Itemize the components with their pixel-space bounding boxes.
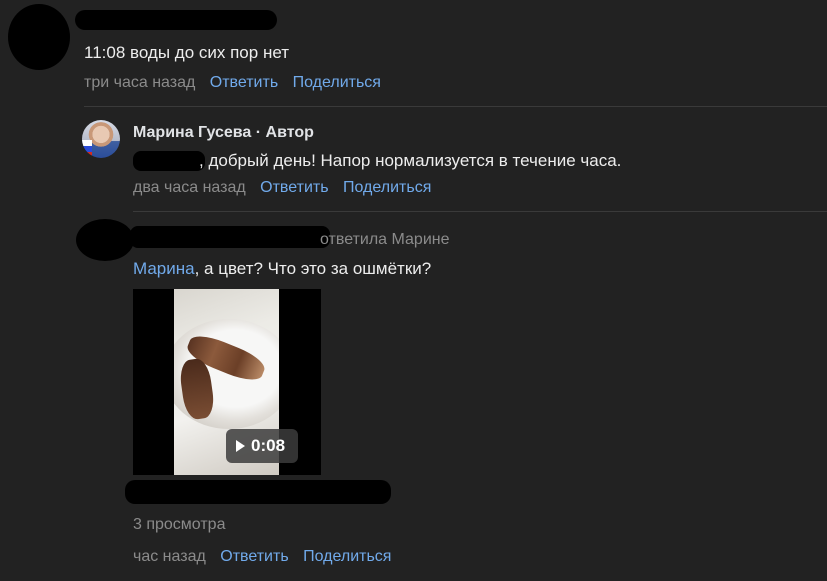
author-avatar[interactable] [82, 120, 120, 158]
reply-meta: два часа назад Ответить Поделиться [133, 179, 431, 197]
author-name-redacted [75, 10, 277, 30]
video-duration: 0:08 [251, 436, 286, 455]
reply-button[interactable]: Ответить [210, 74, 278, 91]
avatar-redacted [8, 4, 70, 70]
reply-text-body: , а цвет? Что это за ошмётки? [194, 259, 432, 278]
video-duration-badge: 0:08 [226, 429, 298, 463]
mention-redacted [133, 151, 205, 171]
reply-text: Марина, а цвет? Что это за ошмётки? [133, 259, 431, 279]
reply-text: , добрый день! Напор нормализуется в теч… [199, 151, 622, 170]
play-icon [236, 440, 245, 452]
replied-to-label: ответила Марине [320, 231, 450, 248]
share-button[interactable]: Поделиться [293, 74, 381, 91]
caption-redacted [125, 480, 391, 504]
reply-button[interactable]: Ответить [260, 179, 328, 196]
share-button[interactable]: Поделиться [343, 179, 431, 196]
share-button[interactable]: Поделиться [303, 548, 391, 565]
reply-time: час назад [133, 548, 206, 565]
video-attachment[interactable]: 0:08 [133, 289, 321, 475]
comment-text: 11:08 воды до сих пор нет [84, 43, 290, 62]
reply-time: два часа назад [133, 179, 246, 196]
divider [84, 106, 827, 107]
mention-link[interactable]: Марина [133, 259, 195, 278]
flag-icon [82, 140, 92, 158]
views-count: 3 просмотра [133, 516, 226, 533]
author-name[interactable]: Марина Гусева · Автор [133, 124, 314, 142]
avatar-redacted [76, 219, 134, 261]
comment-time: три часа назад [84, 74, 196, 91]
divider [133, 211, 827, 212]
reply-button[interactable]: Ответить [220, 548, 288, 565]
author-name-redacted [130, 226, 330, 248]
reply-meta: час назад Ответить Поделиться [133, 548, 391, 566]
comment-meta: три часа назад Ответить Поделиться [84, 74, 381, 92]
